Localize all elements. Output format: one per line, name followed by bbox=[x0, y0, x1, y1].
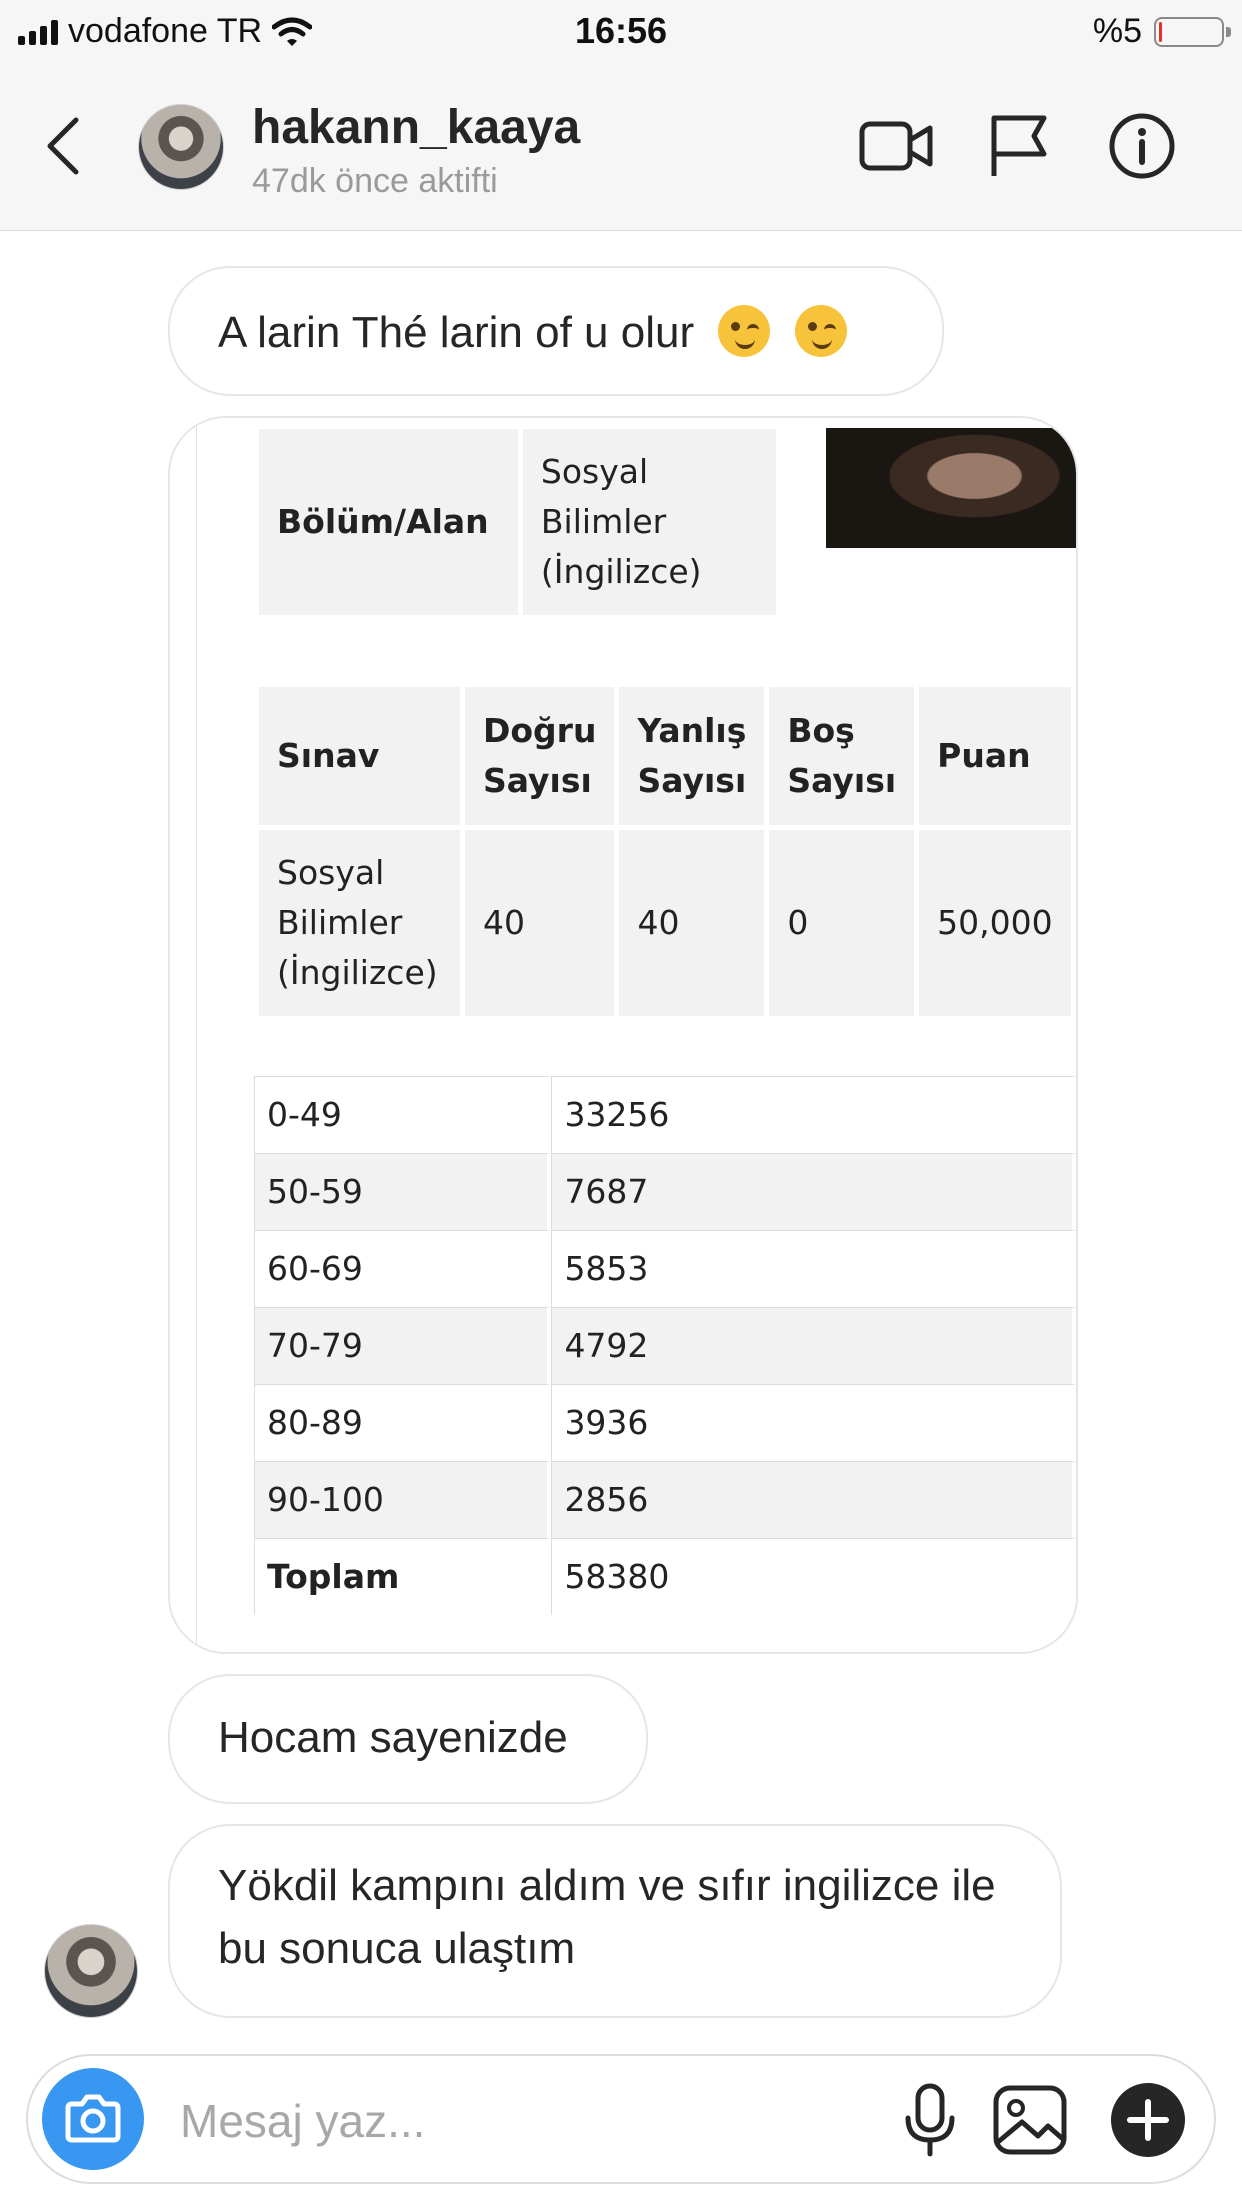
table-row: 60-69 5853 bbox=[254, 1230, 1076, 1307]
profile-photo bbox=[826, 428, 1076, 548]
winking-face-icon bbox=[794, 305, 847, 357]
count-cell: 7687 bbox=[551, 1153, 1076, 1230]
clock: 16:56 bbox=[574, 10, 668, 51]
microphone-icon[interactable] bbox=[890, 2080, 970, 2160]
table-row: Toplam 58380 bbox=[254, 1538, 1076, 1615]
username[interactable]: hakann_kaaya bbox=[252, 100, 580, 155]
camera-icon bbox=[65, 2094, 121, 2143]
count-cell: 2856 bbox=[551, 1461, 1076, 1538]
table-row: 70-79 4792 bbox=[254, 1307, 1076, 1384]
wrong-count: 40 bbox=[619, 830, 765, 1016]
divider bbox=[196, 418, 197, 1652]
info-icon[interactable] bbox=[1104, 112, 1180, 180]
gallery-icon[interactable] bbox=[990, 2080, 1070, 2160]
avatar[interactable] bbox=[138, 104, 224, 190]
table-row: 0-49 33256 bbox=[254, 1076, 1076, 1153]
message-composer: Mesaj yaz... bbox=[26, 2054, 1216, 2184]
status-bar: vodafone TR 16:56 %5 bbox=[0, 0, 1242, 62]
range-cell: 0-49 bbox=[254, 1076, 552, 1153]
message-input[interactable]: Mesaj yaz... bbox=[180, 2094, 425, 2148]
header-yanlis: Yanlış Sayısı bbox=[619, 687, 765, 825]
active-status: 47dk önce aktifti bbox=[252, 162, 498, 200]
video-call-icon[interactable] bbox=[858, 112, 934, 180]
count-cell: 33256 bbox=[551, 1076, 1076, 1153]
message-text: A larin Thé larin of u olur bbox=[218, 308, 695, 357]
exam-result-screenshot: Bölüm/Alan Sosyal Bilimler (İngilizce) S… bbox=[170, 418, 1076, 1652]
department-label: Bölüm/Alan bbox=[259, 429, 518, 615]
header-sinav: Sınav bbox=[259, 687, 460, 825]
exam-result-table: Sınav Doğru Sayısı Yanlış Sayısı Boş Say… bbox=[254, 682, 1076, 1021]
total-label: Toplam bbox=[254, 1538, 552, 1615]
header-puan: Puan bbox=[919, 687, 1071, 825]
battery-info: %5 bbox=[1092, 12, 1231, 51]
table-row: 50-59 7687 bbox=[254, 1153, 1076, 1230]
flag-icon[interactable] bbox=[982, 112, 1058, 180]
message-text: Yökdil kampını aldım ve sıfır ingilizce … bbox=[218, 1861, 996, 1973]
battery-percent: %5 bbox=[1092, 12, 1142, 50]
total-count: 58380 bbox=[551, 1538, 1076, 1615]
table-row: 90-100 2856 bbox=[254, 1461, 1076, 1538]
header-bos: Boş Sayısı bbox=[769, 687, 915, 825]
range-cell: 70-79 bbox=[254, 1307, 552, 1384]
blank-count: 0 bbox=[769, 830, 915, 1016]
message-bubble[interactable]: A larin Thé larin of u olur bbox=[168, 266, 944, 396]
message-bubble[interactable]: Yökdil kampını aldım ve sıfır ingilizce … bbox=[168, 1824, 1062, 2018]
range-cell: 90-100 bbox=[254, 1461, 552, 1538]
sender-avatar[interactable] bbox=[44, 1924, 138, 2018]
winking-face-icon bbox=[718, 305, 771, 357]
range-cell: 80-89 bbox=[254, 1384, 552, 1461]
message-text: Hocam sayenizde bbox=[218, 1713, 568, 1762]
add-icon[interactable] bbox=[1108, 2080, 1188, 2160]
department-value: Sosyal Bilimler (İngilizce) bbox=[522, 429, 777, 615]
correct-count: 40 bbox=[464, 830, 615, 1016]
battery-icon bbox=[1154, 16, 1231, 47]
range-cell: 50-59 bbox=[254, 1153, 552, 1230]
score: 50,000 bbox=[919, 830, 1071, 1016]
shared-image-message[interactable]: Bölüm/Alan Sosyal Bilimler (İngilizce) S… bbox=[168, 416, 1078, 1654]
camera-button[interactable] bbox=[42, 2068, 144, 2170]
back-arrow-icon[interactable] bbox=[40, 112, 88, 180]
exam-name: Sosyal Bilimler (İngilizce) bbox=[259, 830, 460, 1016]
message-bubble[interactable]: Hocam sayenizde bbox=[168, 1674, 648, 1804]
count-cell: 4792 bbox=[551, 1307, 1076, 1384]
table-row: 80-89 3936 bbox=[254, 1384, 1076, 1461]
count-cell: 5853 bbox=[551, 1230, 1076, 1307]
chat-header: hakann_kaaya 47dk önce aktifti bbox=[0, 62, 1242, 231]
count-cell: 3936 bbox=[551, 1384, 1076, 1461]
header-dogru: Doğru Sayısı bbox=[464, 687, 615, 825]
battery-fill bbox=[1159, 21, 1162, 42]
score-distribution-table: 0-49 33256 50-59 7687 60-69 5853 70-79 4… bbox=[254, 1076, 1076, 1615]
range-cell: 60-69 bbox=[254, 1230, 552, 1307]
